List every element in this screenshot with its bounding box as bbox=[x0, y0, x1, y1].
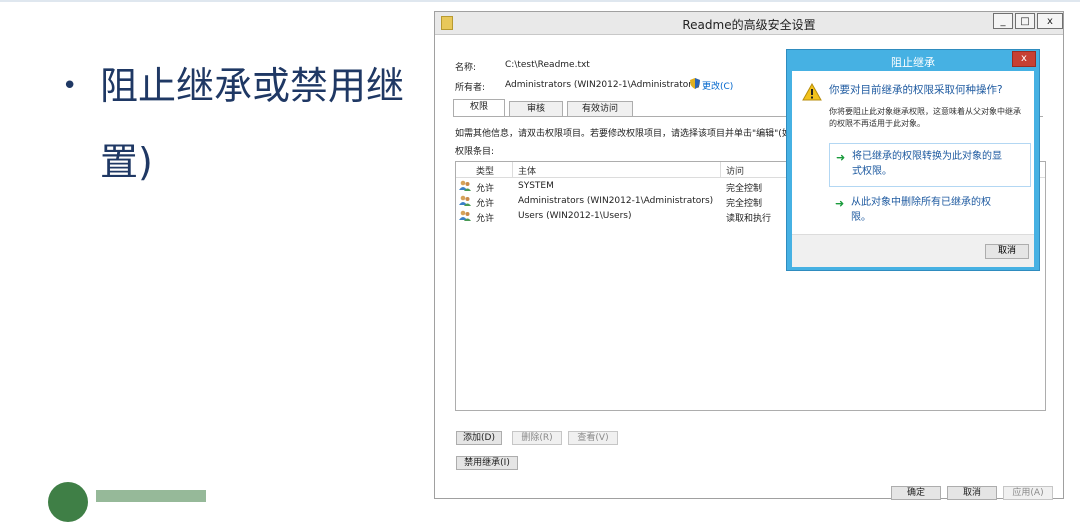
logo-icon bbox=[48, 482, 88, 522]
window-title: Readme的高级安全设置 bbox=[682, 18, 816, 32]
block-inheritance-dialog: 阻止继承 x 你要对目前继承的权限采取何种操作? 你将要阻止此对象继承权限，这意… bbox=[786, 49, 1040, 271]
column-separator bbox=[512, 162, 513, 177]
dialog-question: 你要对目前继承的权限采取何种操作? bbox=[829, 84, 1003, 96]
tab-audit[interactable]: 审核 bbox=[509, 101, 563, 116]
column-access[interactable]: 访问 bbox=[726, 164, 744, 177]
convert-inherited-option[interactable]: ➜ 将已继承的权限转换为此对象的显 式权限。 bbox=[829, 143, 1031, 187]
row-type: 允许 bbox=[476, 184, 495, 194]
column-separator bbox=[720, 162, 721, 177]
remove-inherited-option[interactable]: ➜ 从此对象中删除所有已继承的权 限。 bbox=[829, 193, 1031, 229]
dialog-description-line: 的权限不再适用于此对象。 bbox=[829, 119, 925, 128]
dialog-body: 你要对目前继承的权限采取何种操作? 你将要阻止此对象继承权限，这意味着从父对象中… bbox=[792, 71, 1034, 267]
row-type: 允许 bbox=[476, 214, 495, 224]
column-principal[interactable]: 主体 bbox=[518, 164, 536, 177]
apply-button[interactable]: 应用(A) bbox=[1003, 486, 1053, 500]
row-principal: SYSTEM bbox=[518, 181, 554, 191]
ok-button[interactable]: 确定 bbox=[891, 486, 941, 500]
name-label: 名称: bbox=[455, 63, 477, 73]
option-text: 将已继承的权限转换为此对象的显 bbox=[852, 151, 1002, 162]
option-text: 从此对象中删除所有已继承的权 bbox=[851, 197, 991, 208]
dialog-close-button[interactable]: x bbox=[1012, 51, 1036, 67]
dialog-footer: 取消 bbox=[792, 234, 1034, 267]
dialog-cancel-button[interactable]: 取消 bbox=[985, 244, 1029, 259]
bullet-dot: • bbox=[62, 71, 78, 101]
dialog-titlebar[interactable]: 阻止继承 bbox=[787, 50, 1039, 70]
remove-button[interactable]: 删除(R) bbox=[512, 431, 562, 445]
row-type: 允许 bbox=[476, 199, 495, 209]
option-text: 式权限。 bbox=[852, 166, 892, 177]
permission-entries-label: 权限条目: bbox=[455, 147, 495, 157]
owner-label: 所有者: bbox=[455, 83, 486, 93]
disable-inheritance-button[interactable]: 禁用继承(I) bbox=[456, 456, 518, 470]
row-access: 完全控制 bbox=[726, 184, 763, 194]
maximize-button[interactable]: □ bbox=[1015, 13, 1035, 29]
dialog-description-line: 你将要阻止此对象继承权限，这意味着从父对象中继承 bbox=[829, 107, 1021, 116]
view-button[interactable]: 查看(V) bbox=[568, 431, 618, 445]
arrow-right-icon: ➜ bbox=[835, 197, 845, 210]
close-button[interactable]: x bbox=[1037, 13, 1063, 29]
column-type[interactable]: 类型 bbox=[476, 164, 494, 177]
minimize-button[interactable]: _ bbox=[993, 13, 1013, 29]
owner-value: Administrators (WIN2012-1\Administrators… bbox=[505, 80, 701, 90]
permissions-hint: 如需其他信息，请双击权限项目。若要修改权限项目，请选择该项目并单击"编辑"(如 bbox=[455, 129, 791, 139]
row-access: 完全控制 bbox=[726, 199, 763, 209]
tab-effective-access[interactable]: 有效访问 bbox=[567, 101, 633, 116]
slide-top-rule bbox=[0, 0, 1080, 2]
uac-shield-icon bbox=[690, 78, 700, 89]
dialog-title: 阻止继承 bbox=[891, 56, 935, 69]
users-icon bbox=[459, 195, 471, 206]
tab-permissions[interactable]: 权限 bbox=[453, 99, 505, 117]
row-principal: Administrators (WIN2012-1\Administrators… bbox=[518, 196, 714, 206]
add-button[interactable]: 添加(D) bbox=[456, 431, 502, 445]
users-icon bbox=[459, 180, 471, 191]
arrow-right-icon: ➜ bbox=[836, 151, 846, 164]
option-text: 限。 bbox=[851, 212, 871, 223]
cancel-button[interactable]: 取消 bbox=[947, 486, 997, 500]
row-principal: Users (WIN2012-1\Users) bbox=[518, 211, 632, 221]
change-owner-link[interactable]: 更改(C) bbox=[702, 79, 733, 92]
warning-icon bbox=[802, 83, 822, 101]
slide-line-2: 置) bbox=[100, 140, 153, 184]
row-access: 读取和执行 bbox=[726, 214, 772, 224]
name-value: C:\test\Readme.txt bbox=[505, 60, 590, 70]
dialog-description: 你将要阻止此对象继承权限，这意味着从父对象中继承 的权限不再适用于此对象。 bbox=[829, 106, 1021, 130]
slide-line-1: 阻止继承或禁用继 bbox=[100, 64, 405, 108]
window-titlebar[interactable]: Readme的高级安全设置 _ □ x bbox=[435, 12, 1063, 35]
users-icon bbox=[459, 210, 471, 221]
logo-wordmark bbox=[96, 490, 206, 502]
